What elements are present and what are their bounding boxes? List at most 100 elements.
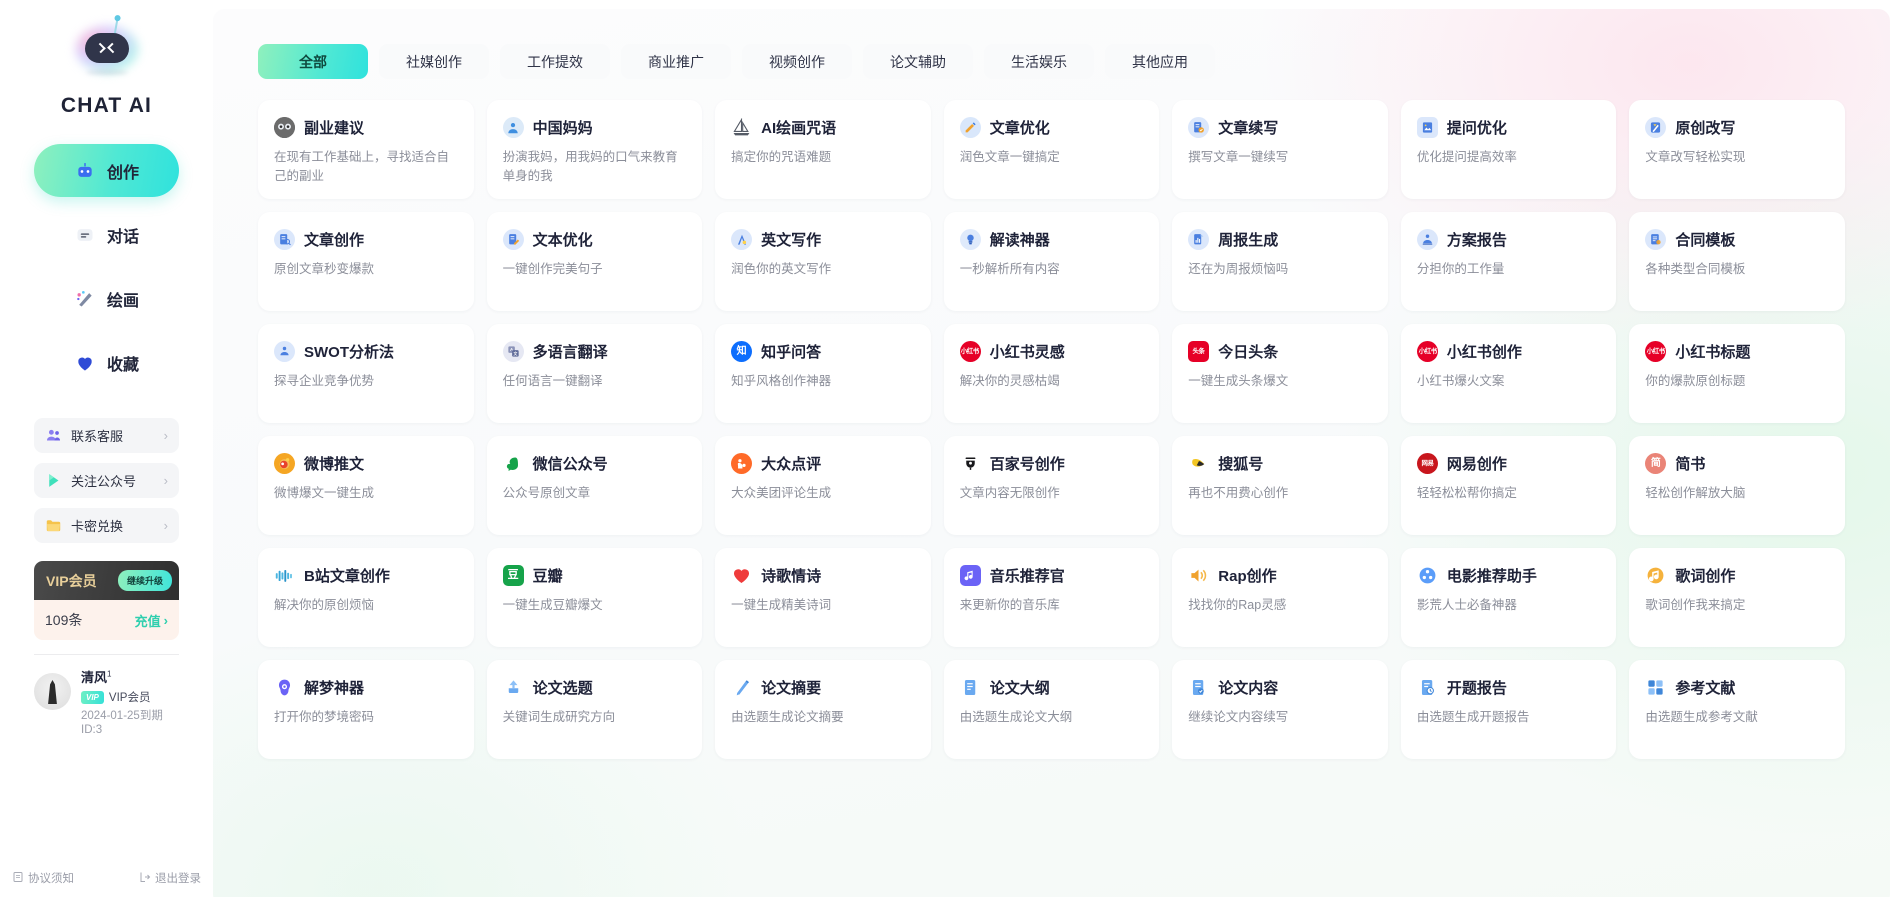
app-card[interactable]: 开题报告 由选题生成开题报告 xyxy=(1400,660,1617,759)
card-header: 简简书 xyxy=(1645,453,1829,474)
app-card[interactable]: 微信公众号 公众号原创文章 xyxy=(486,436,703,535)
sidebar-item-drawing[interactable]: 绘画 xyxy=(34,272,179,325)
paper-content-icon xyxy=(1188,677,1210,698)
chevron-right-icon: › xyxy=(163,518,168,533)
card-title: B站文章创作 xyxy=(304,568,390,585)
wechat-icon xyxy=(502,453,524,474)
sidebar-item-chat[interactable]: 对话 xyxy=(34,208,179,261)
card-header: 提问优化 xyxy=(1416,117,1601,138)
app-card[interactable]: 副业建议 在现有工作基础上，寻找适合自己的副业 xyxy=(258,100,474,199)
pencil-edit-icon xyxy=(959,117,981,138)
app-card[interactable]: AI绘画咒语 搞定你的咒语难题 xyxy=(715,100,931,199)
tab-7[interactable]: 生活娱乐 xyxy=(984,44,1094,79)
card-description: 关键词生成研究方向 xyxy=(502,710,616,724)
logout-link[interactable]: 退出登录 xyxy=(139,870,201,886)
app-card[interactable]: 百家号创作 文章内容无限创作 xyxy=(943,436,1160,535)
tab-2[interactable]: 社媒创作 xyxy=(379,44,489,79)
app-card[interactable]: 微博推文 微博爆文一键生成 xyxy=(258,436,474,535)
app-card[interactable]: 豆豆瓣 一键生成豆瓣爆文 xyxy=(486,548,703,647)
app-card[interactable]: 论文摘要 由选题生成论文摘要 xyxy=(715,660,931,759)
card-description: 一键生成头条爆文 xyxy=(1188,374,1289,388)
tab-6[interactable]: 论文辅助 xyxy=(863,44,973,79)
menu-item-follow-official-account[interactable]: 关注公众号 › xyxy=(34,463,179,498)
app-card[interactable]: 文章优化 润色文章一键搞定 xyxy=(943,100,1160,199)
app-card[interactable]: 小红书 小红书创作 小红书爆火文案 xyxy=(1400,324,1617,423)
agreement-label: 协议须知 xyxy=(28,873,74,885)
app-card[interactable]: 小红书 小红书灵感 解决你的灵感枯竭 xyxy=(943,324,1160,423)
app-card[interactable]: 合同模板 各种类型合同模板 xyxy=(1629,212,1845,311)
tab-5[interactable]: 视频创作 xyxy=(742,44,852,79)
app-card[interactable]: SWOT分析法 探寻企业竞争优势 xyxy=(258,324,474,423)
document-search-icon xyxy=(274,229,295,250)
app-card[interactable]: 论文选题 关键词生成研究方向 xyxy=(486,660,703,759)
vip-upgrade-button[interactable]: 继续升级 xyxy=(117,570,172,591)
sidebar-item-favorites[interactable]: 收藏 xyxy=(34,336,179,389)
card-title: 周报生成 xyxy=(1218,232,1279,249)
bilibili-icon xyxy=(274,565,295,586)
app-card[interactable]: B站文章创作解决你的原创烦恼 xyxy=(258,548,474,647)
app-card[interactable]: 歌词创作 歌词创作我来搞定 xyxy=(1629,548,1845,647)
card-title: 小红书创作 xyxy=(1446,344,1522,361)
app-card[interactable]: 论文内容 继续论文内容续写 xyxy=(1172,660,1388,759)
app-card[interactable]: 简简书 轻松创作解放大脑 xyxy=(1629,436,1845,535)
card-title: 原创改写 xyxy=(1675,120,1736,137)
app-card[interactable]: 周报生成 还在为周报烦恼吗 xyxy=(1172,212,1388,311)
app-card[interactable]: 解梦神器 打开你的梦境密码 xyxy=(258,660,474,759)
app-card[interactable]: 大众点评 大众美团评论生成 xyxy=(715,436,931,535)
sidebar-item-creation[interactable]: 创作 xyxy=(34,144,179,197)
app-card[interactable]: 参考文献 由选题生成参考文献 xyxy=(1629,660,1845,759)
quota-bar[interactable]: 109条 充值 › xyxy=(34,600,179,640)
app-card[interactable]: 搜狐号 再也不用费心创作 xyxy=(1172,436,1388,535)
menu-item-label: 关注公众号 xyxy=(71,474,137,489)
user-profile[interactable]: 清风1 VIP VIP会员 2024-01-25到期 ID:3 xyxy=(34,665,179,736)
card-header: 小红书 小红书标题 xyxy=(1645,341,1829,362)
card-description: 一键创作完美句子 xyxy=(502,262,603,276)
app-card[interactable]: 音乐推荐官 来更新你的音乐库 xyxy=(943,548,1160,647)
tab-4[interactable]: 商业推广 xyxy=(621,44,731,79)
app-card[interactable]: 诗歌情诗 一键生成精美诗词 xyxy=(715,548,931,647)
app-card[interactable]: 电影推荐助手 影荒人士必备神器 xyxy=(1400,548,1617,647)
app-card[interactable]: Rap创作 找找你的Rap灵感 xyxy=(1172,548,1388,647)
app-card[interactable]: 文章续写 撰写文章一键续写 xyxy=(1172,100,1388,199)
menu-item-label: 卡密兑换 xyxy=(71,519,124,534)
tab-3[interactable]: 工作提效 xyxy=(500,44,610,79)
card-title: 论文内容 xyxy=(1218,680,1279,697)
app-card[interactable]: 提问优化 优化提问提高效率 xyxy=(1400,100,1617,199)
vip-banner[interactable]: VIP会员 继续升级 xyxy=(34,561,179,600)
card-header: 网易 网易创作 xyxy=(1416,453,1601,474)
app-card[interactable]: 论文大纲 由选题生成论文大纲 xyxy=(943,660,1160,759)
card-description: 搞定你的咒语难题 xyxy=(731,150,832,164)
app-card[interactable]: A 文多语言翻译 任何语言一键翻译 xyxy=(486,324,703,423)
card-description: 解决你的原创烦恼 xyxy=(274,598,375,612)
card-header: 周报生成 xyxy=(1188,229,1372,250)
sidebar: CHAT AI 创作 对话 绘画 收藏 联系客服 › 关注公众号 › 卡密兑换 … xyxy=(0,0,213,897)
menu-item-card-redeem[interactable]: 卡密兑换 › xyxy=(34,508,179,543)
translate-icon: A文 xyxy=(502,341,524,362)
app-card[interactable]: 原创改写 文章改写轻松实现 xyxy=(1629,100,1845,199)
card-header: 诗歌情诗 xyxy=(731,565,915,586)
tab-8[interactable]: 其他应用 xyxy=(1105,44,1215,79)
card-description: 各种类型合同模板 xyxy=(1645,262,1746,276)
app-card[interactable]: 解读神器 一秒解析所有内容 xyxy=(943,212,1160,311)
app-card[interactable]: 小红书 小红书标题 你的爆款原创标题 xyxy=(1629,324,1845,423)
card-header: 大众点评 xyxy=(731,453,915,474)
recharge-button[interactable]: 充值 › xyxy=(135,611,168,630)
quota-count: 109条 xyxy=(45,612,83,628)
card-header: 原创改写 xyxy=(1645,117,1829,138)
card-header: 文章创作 xyxy=(274,229,458,250)
app-card[interactable]: 网易 网易创作 轻轻松松帮你搞定 xyxy=(1400,436,1617,535)
app-card[interactable]: 知知乎问答 知乎风格创作神器 xyxy=(715,324,931,423)
app-card[interactable]: 文章创作 原创文章秒变爆款 xyxy=(258,212,474,311)
app-card[interactable]: 英文写作 润色你的英文写作 xyxy=(715,212,931,311)
card-title: 参考文献 xyxy=(1675,680,1736,697)
xiaohongshu-icon: 小红书 xyxy=(1645,341,1667,362)
app-card[interactable]: 中国妈妈 扮演我妈，用我妈的口气来教育单身的我 xyxy=(486,100,703,199)
card-title: 网易创作 xyxy=(1446,456,1507,473)
app-card[interactable]: 方案报告 分担你的工作量 xyxy=(1400,212,1617,311)
app-card[interactable]: 文本优化 一键创作完美句子 xyxy=(486,212,703,311)
tab-1[interactable]: 全部 xyxy=(258,44,368,79)
app-card[interactable]: 头条 今日头条 一键生成头条爆文 xyxy=(1172,324,1388,423)
menu-item-customer-service[interactable]: 联系客服 › xyxy=(34,418,179,453)
card-header: Rap创作 xyxy=(1188,565,1372,586)
agreement-link[interactable]: 协议须知 xyxy=(12,870,74,886)
